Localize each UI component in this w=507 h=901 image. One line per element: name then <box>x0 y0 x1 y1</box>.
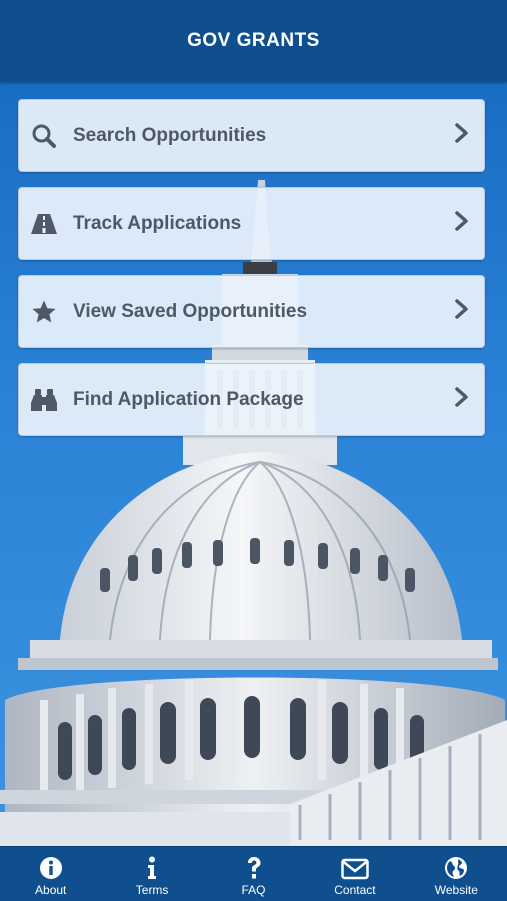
tab-label: Contact <box>334 883 376 897</box>
binoculars-icon <box>29 385 59 415</box>
star-icon <box>29 297 59 327</box>
search-icon <box>29 121 59 151</box>
tab-website[interactable]: Website <box>406 847 507 901</box>
find-application-package-button[interactable]: Find Application Package <box>18 363 485 436</box>
chevron-right-icon <box>454 210 470 237</box>
tab-about[interactable]: About <box>0 847 101 901</box>
menu-item-label: Track Applications <box>73 212 242 234</box>
tab-label: Terms <box>135 883 169 897</box>
road-icon <box>29 209 59 239</box>
app-header: GOV GRANTS <box>0 0 507 82</box>
chevron-right-icon <box>454 298 470 325</box>
tab-label: About <box>35 883 67 897</box>
tab-label: FAQ <box>241 883 266 897</box>
tab-contact[interactable]: Contact <box>304 847 405 901</box>
chevron-right-icon <box>454 386 470 413</box>
view-saved-opportunities-button[interactable]: View Saved Opportunities <box>18 275 485 348</box>
menu-item-label: View Saved Opportunities <box>73 300 308 322</box>
info-circle-icon <box>39 857 62 879</box>
tab-terms[interactable]: Terms <box>101 847 202 901</box>
track-applications-button[interactable]: Track Applications <box>18 187 485 260</box>
tab-faq[interactable]: FAQ <box>203 847 304 901</box>
chevron-right-icon <box>454 122 470 149</box>
envelope-icon <box>341 858 369 880</box>
page-title: GOV GRANTS <box>187 30 320 51</box>
globe-icon <box>445 857 468 879</box>
menu-item-label: Find Application Package <box>73 388 304 410</box>
info-icon <box>148 856 157 879</box>
bottom-tab-bar: About Terms FAQ Contact Website <box>0 846 507 901</box>
main-menu: Search Opportunities Track Applications … <box>18 99 485 451</box>
search-opportunities-button[interactable]: Search Opportunities <box>18 99 485 172</box>
menu-item-label: Search Opportunities <box>73 124 267 146</box>
tab-label: Website <box>434 883 478 897</box>
question-icon <box>247 857 261 879</box>
